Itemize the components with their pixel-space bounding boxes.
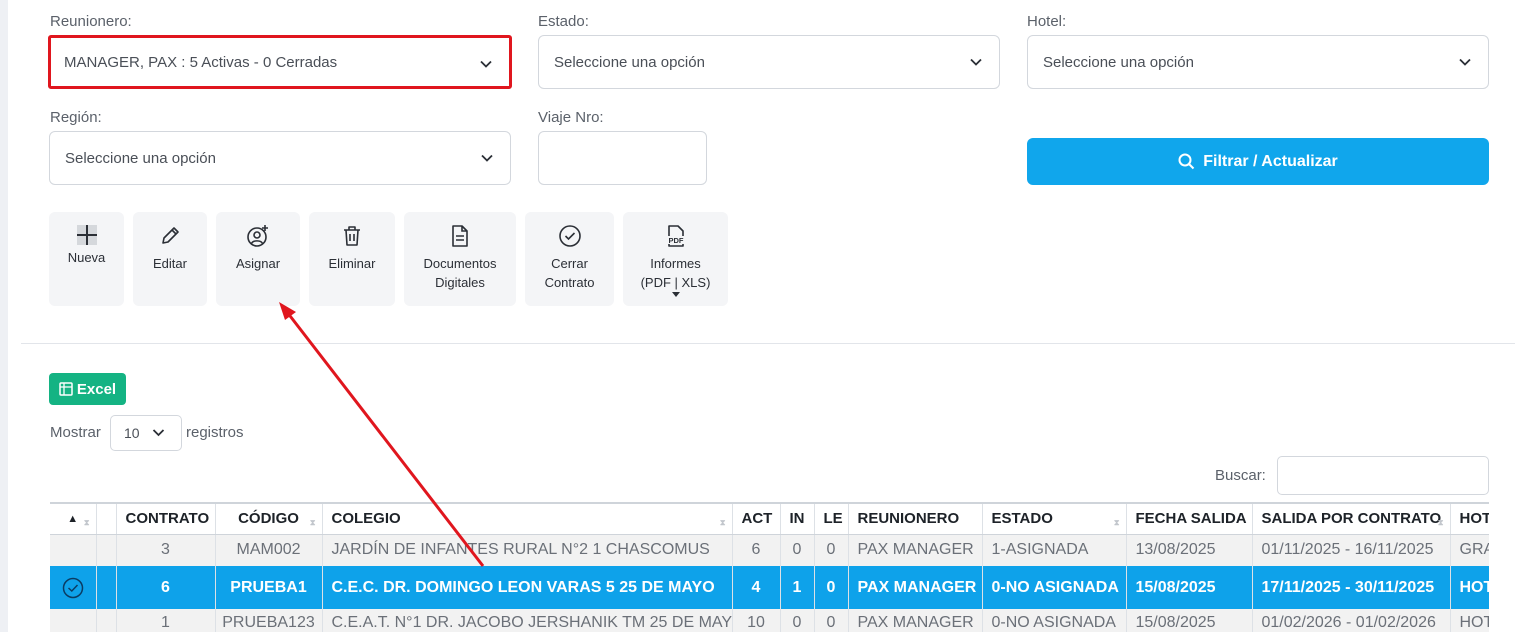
colegio-cell: C.E.C. DR. DOMINGO LEON VARAS 5 25 DE MA… bbox=[322, 566, 733, 609]
col-header-contrato[interactable]: CONTRATO bbox=[116, 502, 216, 535]
reunionero-cell: PAX MANAGER bbox=[848, 534, 983, 566]
contrato-cell: 3 bbox=[116, 534, 216, 566]
col-header-le[interactable]: LE bbox=[814, 502, 849, 535]
col-header-hotel[interactable]: HOTEL bbox=[1450, 502, 1489, 535]
estado-cell: 0-NO ASIGNADA bbox=[982, 566, 1127, 609]
row-select-cell[interactable] bbox=[50, 609, 97, 632]
col-header-codigo[interactable]: CÓDIGO ⧗ bbox=[215, 502, 323, 535]
act-cell: 10 bbox=[732, 609, 781, 632]
col-header-reunionero[interactable]: REUNIONERO bbox=[848, 502, 983, 535]
le-cell: 0 bbox=[814, 534, 849, 566]
table-row-selected[interactable]: 6 PRUEBA1 C.E.C. DR. DOMINGO LEON VARAS … bbox=[50, 566, 1489, 609]
row-select-cell[interactable] bbox=[50, 566, 97, 609]
le-cell: 0 bbox=[814, 566, 849, 609]
col-header-fecha-salida[interactable]: FECHA SALIDA bbox=[1126, 502, 1253, 535]
codigo-cell: PRUEBA123 bbox=[215, 609, 323, 632]
table-row[interactable]: 3 MAM002 JARDÍN DE INFANTES RURAL N°2 1 … bbox=[50, 534, 1489, 566]
col-header-salida-contrato[interactable]: SALIDA POR CONTRATO ⧗ bbox=[1252, 502, 1451, 535]
row-select-cell[interactable] bbox=[50, 534, 97, 566]
estado-cell: 0-NO ASIGNADA bbox=[982, 609, 1127, 632]
hotel-cell: HOTEL bbox=[1450, 609, 1489, 632]
colegio-cell: C.E.A.T. N°1 DR. JACOBO JERSHANIK TM 25 … bbox=[322, 609, 733, 632]
reunionero-cell: PAX MANAGER bbox=[848, 609, 983, 632]
contracts-table: ▲ ⧗ CONTRATO CÓDIGO ⧗ COLEGIO ⧗ ACT IN LE R… bbox=[50, 502, 1489, 632]
estado-cell: 1-ASIGNADA bbox=[982, 534, 1127, 566]
hotel-cell: HOTEL bbox=[1450, 566, 1489, 609]
act-cell: 6 bbox=[732, 534, 781, 566]
blank-cell bbox=[96, 566, 117, 609]
le-cell: 0 bbox=[814, 609, 849, 632]
reunionero-cell: PAX MANAGER bbox=[848, 566, 983, 609]
table-row[interactable]: 1 PRUEBA123 C.E.A.T. N°1 DR. JACOBO JERS… bbox=[50, 609, 1489, 632]
salida-contrato-cell: 01/11/2025 - 16/11/2025 bbox=[1252, 534, 1451, 566]
codigo-cell: MAM002 bbox=[215, 534, 323, 566]
table-viewport: ▲ ⧗ CONTRATO CÓDIGO ⧗ COLEGIO ⧗ ACT IN LE R… bbox=[0, 0, 1489, 632]
fecha-salida-cell: 15/08/2025 bbox=[1126, 566, 1253, 609]
hotel-cell: GRAN bbox=[1450, 534, 1489, 566]
fecha-salida-cell: 15/08/2025 bbox=[1126, 609, 1253, 632]
in-cell: 1 bbox=[780, 566, 815, 609]
col-header-estado[interactable]: ESTADO ⧗ bbox=[982, 502, 1127, 535]
col-header-in[interactable]: IN bbox=[780, 502, 815, 535]
contrato-cell: 1 bbox=[116, 609, 216, 632]
in-cell: 0 bbox=[780, 609, 815, 632]
salida-contrato-cell: 17/11/2025 - 30/11/2025 bbox=[1252, 566, 1451, 609]
col-header-colegio[interactable]: COLEGIO ⧗ bbox=[322, 502, 733, 535]
blank-cell bbox=[96, 609, 117, 632]
col-header-act[interactable]: ACT bbox=[732, 502, 781, 535]
check-circle-icon bbox=[62, 577, 83, 598]
blank-cell bbox=[96, 534, 117, 566]
col-header-select[interactable]: ▲ ⧗ bbox=[50, 502, 97, 535]
in-cell: 0 bbox=[780, 534, 815, 566]
table-header-row: ▲ ⧗ CONTRATO CÓDIGO ⧗ COLEGIO ⧗ ACT IN LE R… bbox=[50, 502, 1489, 535]
colegio-cell: JARDÍN DE INFANTES RURAL N°2 1 CHASCOMUS bbox=[322, 534, 733, 566]
codigo-cell: PRUEBA1 bbox=[215, 566, 323, 609]
act-cell: 4 bbox=[732, 566, 781, 609]
salida-contrato-cell: 01/02/2026 - 01/02/2026 bbox=[1252, 609, 1451, 632]
fecha-salida-cell: 13/08/2025 bbox=[1126, 534, 1253, 566]
contrato-cell: 6 bbox=[116, 566, 216, 609]
col-header-blank[interactable] bbox=[96, 502, 117, 535]
